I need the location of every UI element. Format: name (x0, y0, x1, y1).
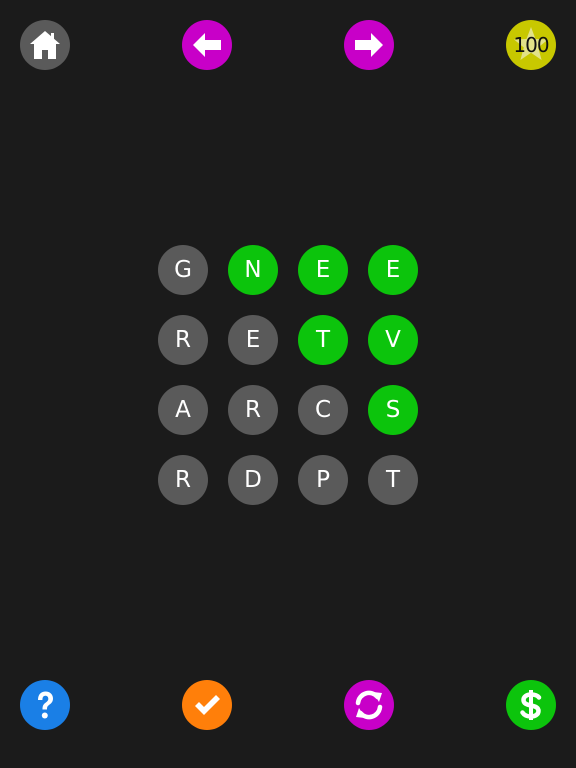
dollar-icon (520, 690, 542, 720)
letter-tile[interactable]: T (368, 455, 418, 505)
home-button[interactable] (20, 20, 70, 70)
arrow-left-icon (193, 33, 221, 57)
letter-tile[interactable]: S (368, 385, 418, 435)
letter-tile[interactable]: E (228, 315, 278, 365)
home-icon (30, 31, 60, 59)
shuffle-button[interactable] (344, 680, 394, 730)
letter-grid: GNEERETVARCSRDPT (158, 245, 418, 505)
submit-button[interactable] (182, 680, 232, 730)
refresh-icon (355, 690, 383, 720)
letter-tile[interactable]: G (158, 245, 208, 295)
letter-tile[interactable]: C (298, 385, 348, 435)
arrow-right-icon (355, 33, 383, 57)
question-mark-icon (38, 691, 53, 719)
forward-button[interactable] (344, 20, 394, 70)
letter-tile[interactable]: D (228, 455, 278, 505)
letter-tile[interactable]: V (368, 315, 418, 365)
letter-tile[interactable]: E (368, 245, 418, 295)
help-button[interactable] (20, 680, 70, 730)
score-value: 100 (513, 33, 549, 57)
letter-tile[interactable]: R (158, 315, 208, 365)
back-button[interactable] (182, 20, 232, 70)
letter-tile[interactable]: T (298, 315, 348, 365)
letter-tile[interactable]: A (158, 385, 208, 435)
letter-tile[interactable]: R (158, 455, 208, 505)
score-button[interactable]: 100 (506, 20, 556, 70)
letter-tile[interactable]: E (298, 245, 348, 295)
letter-tile[interactable]: N (228, 245, 278, 295)
checkmark-icon (195, 695, 220, 715)
letter-tile[interactable]: P (298, 455, 348, 505)
shop-button[interactable] (506, 680, 556, 730)
letter-tile[interactable]: R (228, 385, 278, 435)
